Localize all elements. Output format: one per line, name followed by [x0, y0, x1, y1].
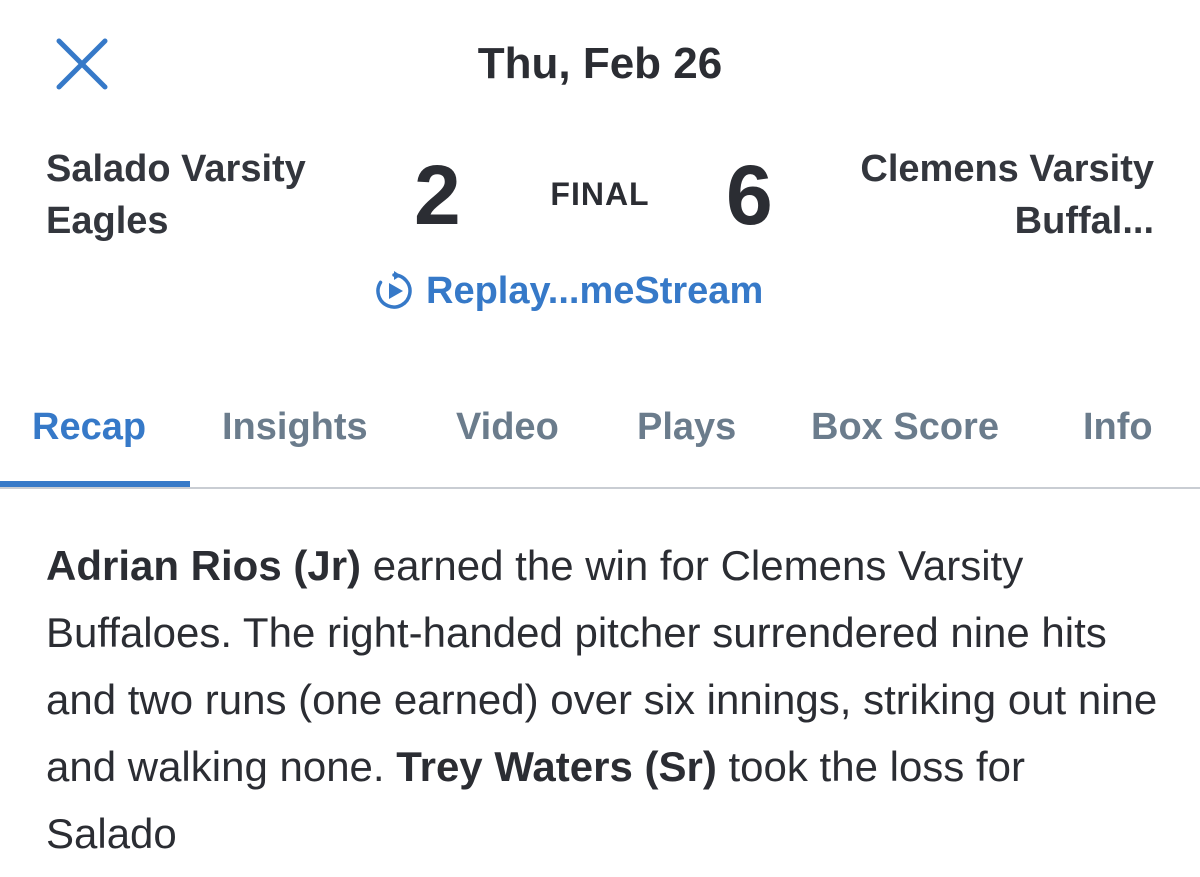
replay-play-icon: [376, 271, 412, 309]
game-detail-screen: Thu, Feb 26 Salado Varsity Eagles 2 FINA…: [0, 0, 1200, 877]
recap-text: Adrian Rios (Jr) earned the win for Clem…: [46, 532, 1166, 867]
game-status: FINAL: [550, 176, 650, 212]
page-title: Thu, Feb 26: [477, 39, 723, 88]
tab-insights[interactable]: Insights: [222, 404, 368, 450]
tab-video[interactable]: Video: [456, 404, 559, 450]
away-team-name[interactable]: Clemens Varsity Buffal...: [814, 143, 1154, 247]
replay-link-label: Replay...meStream: [426, 269, 764, 312]
close-button[interactable]: [52, 34, 112, 94]
close-icon: [56, 38, 108, 90]
replay-link[interactable]: Replay...meStream: [372, 266, 763, 316]
active-tab-indicator: [0, 481, 190, 487]
tab-box-score[interactable]: Box Score: [811, 404, 999, 450]
tab-info[interactable]: Info: [1083, 404, 1153, 450]
tab-bar: Recap Insights Video Plays Box Score Inf…: [0, 386, 1200, 489]
away-team-score: 6: [726, 148, 773, 242]
recap-player-loser[interactable]: Trey Waters (Sr): [396, 743, 717, 790]
tab-recap[interactable]: Recap: [32, 404, 146, 450]
home-team-name[interactable]: Salado Varsity Eagles: [46, 143, 386, 247]
recap-player-winner[interactable]: Adrian Rios (Jr): [46, 542, 361, 589]
home-team-score: 2: [414, 148, 461, 242]
tab-plays[interactable]: Plays: [637, 404, 736, 450]
